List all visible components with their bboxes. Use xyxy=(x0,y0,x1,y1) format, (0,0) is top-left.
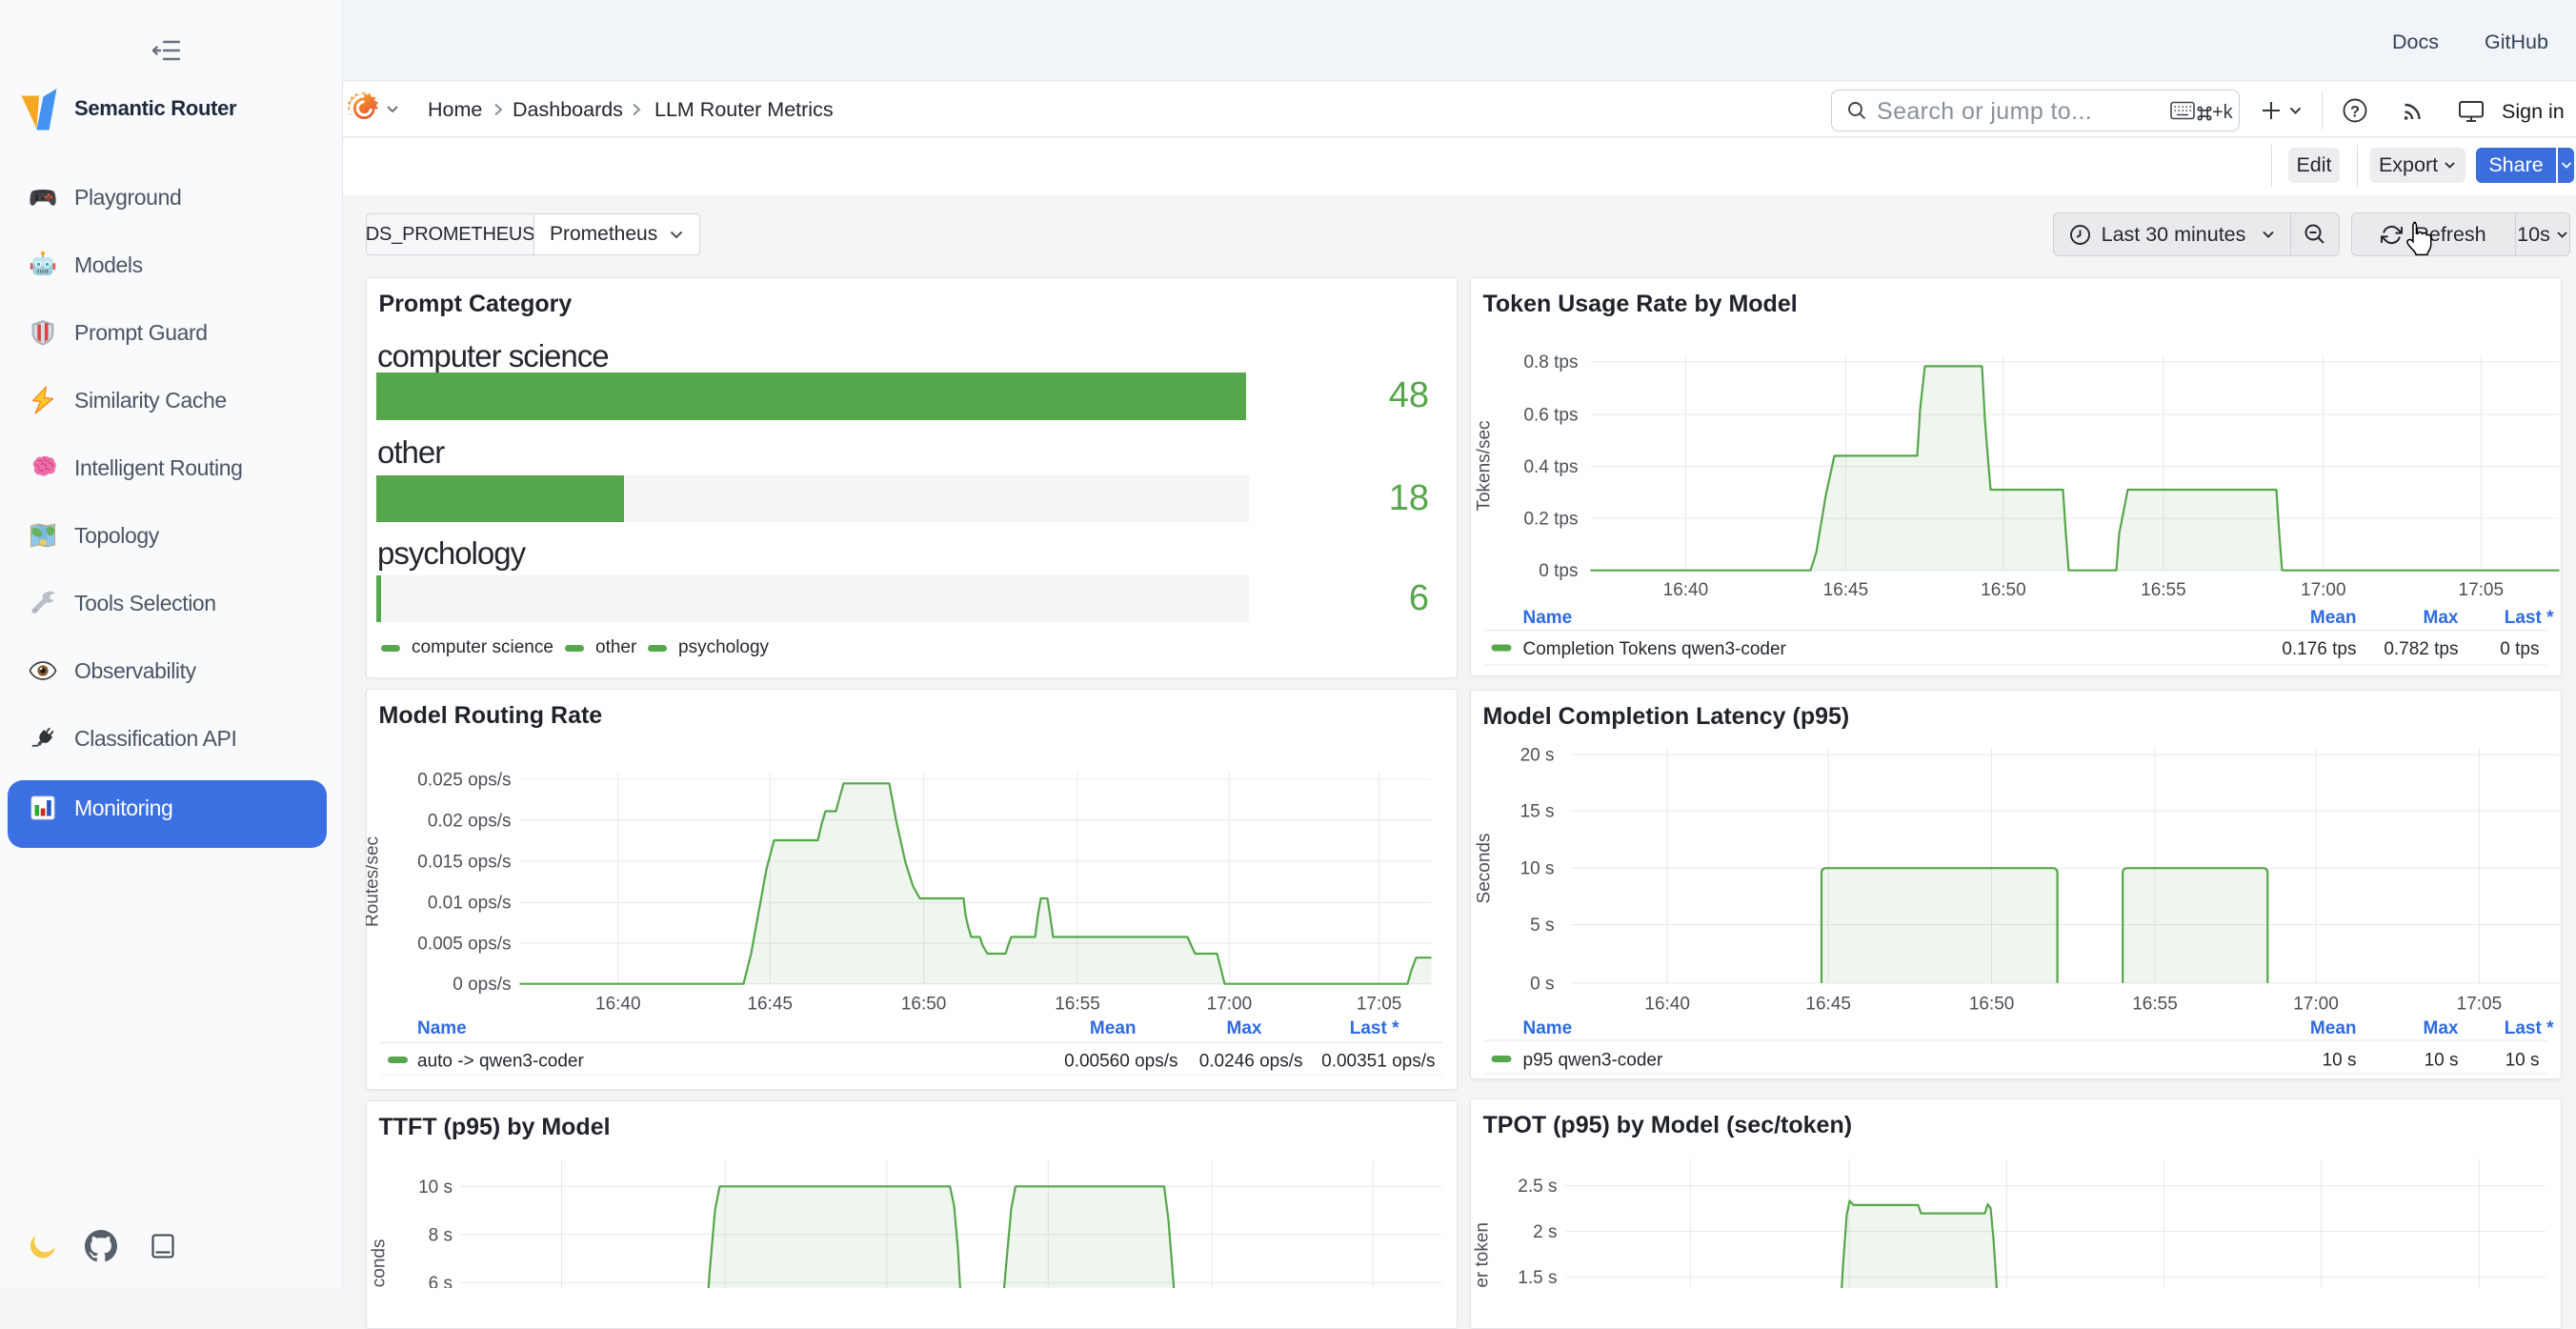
svg-text:Max: Max xyxy=(1226,1018,1261,1038)
svg-text:Max: Max xyxy=(2423,608,2458,628)
svg-text:Tokens/sec: Tokens/sec xyxy=(1474,420,1494,511)
svg-text:Name: Name xyxy=(1522,1017,1572,1037)
svg-text:15 s: 15 s xyxy=(1519,801,1554,821)
svg-text:0.0246 ops/s: 0.0246 ops/s xyxy=(1198,1051,1302,1071)
svg-text:0.4 tps: 0.4 tps xyxy=(1523,457,1578,477)
svg-text:0.005 ops/s: 0.005 ops/s xyxy=(417,934,511,954)
svg-text:0.6 tps: 0.6 tps xyxy=(1523,406,1578,426)
svg-text:16:50: 16:50 xyxy=(1981,580,2026,600)
svg-text:0.2 tps: 0.2 tps xyxy=(1523,510,1578,530)
svg-text:Name: Name xyxy=(417,1018,467,1038)
svg-text:Mean: Mean xyxy=(1089,1018,1136,1038)
svg-text:auto -> qwen3-coder: auto -> qwen3-coder xyxy=(417,1051,584,1071)
svg-text:8 s: 8 s xyxy=(428,1225,452,1245)
svg-text:10 s: 10 s xyxy=(2505,1050,2539,1070)
svg-text:Completion Tokens qwen3-coder: Completion Tokens qwen3-coder xyxy=(1522,639,1786,659)
svg-text:10 s: 10 s xyxy=(1519,858,1554,878)
svg-text:0 ops/s: 0 ops/s xyxy=(453,975,511,995)
svg-text:16:40: 16:40 xyxy=(1662,580,1708,600)
svg-text:16:45: 16:45 xyxy=(1805,994,1851,1014)
svg-text:16:55: 16:55 xyxy=(2141,580,2186,600)
svg-text:16:55: 16:55 xyxy=(1055,994,1100,1014)
svg-text:Routes/sec: Routes/sec xyxy=(366,836,383,926)
svg-text:0.015 ops/s: 0.015 ops/s xyxy=(417,852,511,872)
svg-text:p95 qwen3-coder: p95 qwen3-coder xyxy=(1522,1050,1662,1070)
svg-text:16:50: 16:50 xyxy=(900,994,946,1014)
svg-text:16:45: 16:45 xyxy=(1822,580,1868,600)
svg-text:17:05: 17:05 xyxy=(2456,994,2502,1014)
svg-text:16:40: 16:40 xyxy=(595,994,641,1014)
svg-text:17:00: 17:00 xyxy=(2293,994,2339,1014)
svg-text:10 s: 10 s xyxy=(2424,1050,2458,1070)
svg-text:0 tps: 0 tps xyxy=(1539,561,1578,581)
svg-text:16:40: 16:40 xyxy=(1644,994,1690,1014)
svg-text:5 s: 5 s xyxy=(1530,916,1554,936)
svg-text:Seconds: Seconds xyxy=(369,1238,389,1287)
svg-text:Max: Max xyxy=(2423,1017,2458,1037)
svg-text:0.025 ops/s: 0.025 ops/s xyxy=(417,770,511,790)
svg-text:20 s: 20 s xyxy=(1519,745,1554,765)
svg-text:16:50: 16:50 xyxy=(1968,994,2014,1014)
svg-text:2 s: 2 s xyxy=(1533,1222,1557,1242)
svg-text:10 s: 10 s xyxy=(2322,1050,2356,1070)
svg-text:Name: Name xyxy=(1522,608,1572,628)
svg-text:0.00560 ops/s: 0.00560 ops/s xyxy=(1064,1051,1177,1071)
svg-text:17:00: 17:00 xyxy=(1206,994,1252,1014)
svg-text:?: ? xyxy=(2350,104,2360,121)
svg-text:2.5 s: 2.5 s xyxy=(1518,1177,1557,1197)
svg-text:0.176 tps: 0.176 tps xyxy=(2282,639,2356,659)
svg-text:16:45: 16:45 xyxy=(747,994,793,1014)
svg-text:1.5 s: 1.5 s xyxy=(1518,1268,1557,1288)
svg-text:17:00: 17:00 xyxy=(2301,580,2346,600)
svg-text:0 tps: 0 tps xyxy=(2500,639,2539,659)
svg-text:Last *: Last * xyxy=(2504,608,2553,628)
svg-text:Mean: Mean xyxy=(2309,1017,2356,1037)
svg-text:0.00351 ops/s: 0.00351 ops/s xyxy=(1321,1051,1435,1071)
svg-text:0 s: 0 s xyxy=(1530,974,1554,994)
svg-text:0.8 tps: 0.8 tps xyxy=(1523,352,1578,373)
svg-text:17:05: 17:05 xyxy=(2458,580,2504,600)
svg-text:17:05: 17:05 xyxy=(1356,994,1401,1014)
svg-text:0.02 ops/s: 0.02 ops/s xyxy=(427,811,511,831)
svg-text:Last *: Last * xyxy=(1349,1018,1399,1038)
svg-text:s per token: s per token xyxy=(1472,1222,1492,1288)
svg-text:Seconds: Seconds xyxy=(1474,833,1494,903)
svg-text:Mean: Mean xyxy=(2309,608,2356,628)
svg-text:10 s: 10 s xyxy=(418,1177,453,1197)
svg-text:0.01 ops/s: 0.01 ops/s xyxy=(427,893,511,913)
svg-text:6 s: 6 s xyxy=(428,1273,452,1287)
svg-text:0.782 tps: 0.782 tps xyxy=(2384,639,2458,659)
svg-text:16:55: 16:55 xyxy=(2132,994,2178,1014)
svg-text:Last *: Last * xyxy=(2504,1017,2553,1037)
